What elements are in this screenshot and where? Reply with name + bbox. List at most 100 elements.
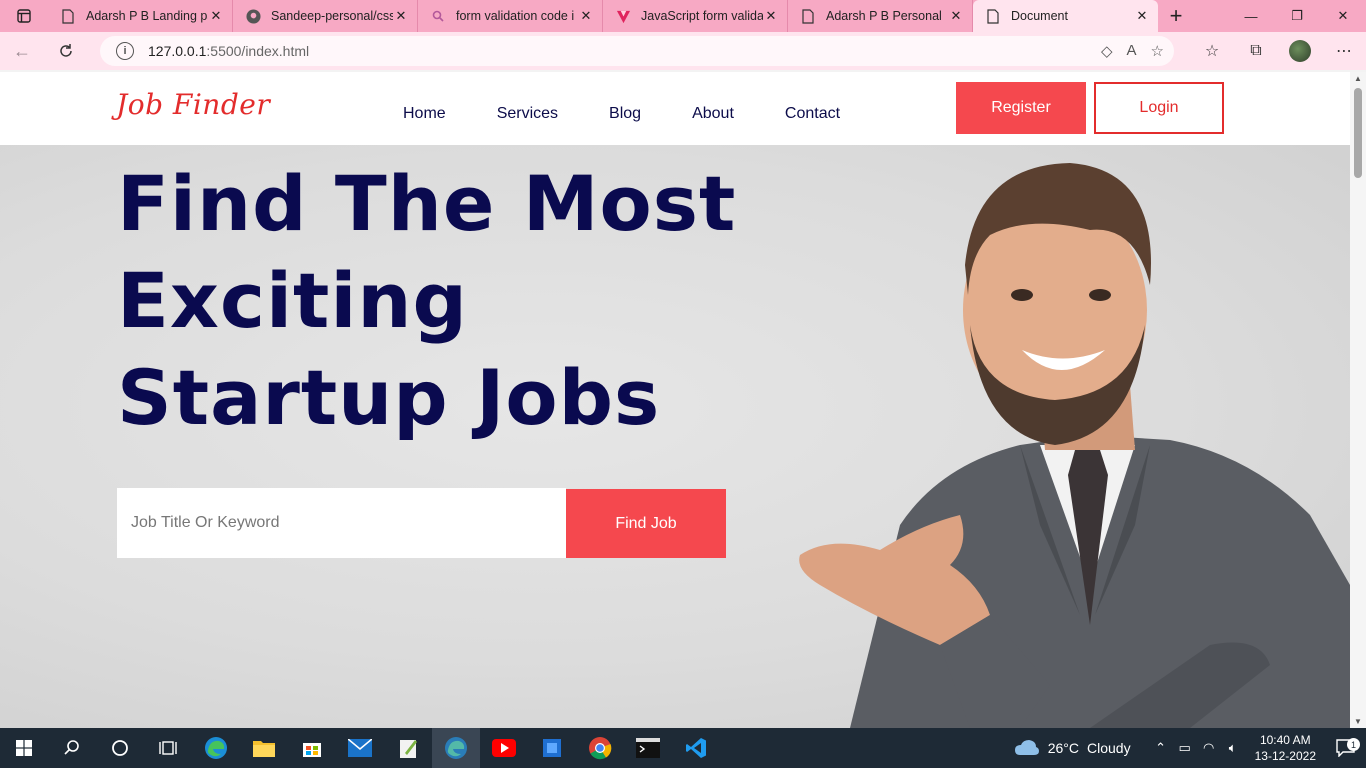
login-button[interactable]: Login: [1094, 82, 1224, 134]
close-icon[interactable]: ✕: [393, 8, 409, 24]
mail-app[interactable]: [336, 728, 384, 768]
close-icon[interactable]: ✕: [208, 8, 224, 24]
tab-title: Document: [1011, 9, 1068, 23]
tab-title: JavaScript form validat: [641, 9, 763, 23]
info-icon[interactable]: i: [116, 42, 134, 60]
close-icon[interactable]: ✕: [948, 8, 964, 24]
site-header: Job Finder Home Services Blog About Cont…: [0, 72, 1350, 145]
minimize-icon: —: [1244, 8, 1258, 24]
find-job-button[interactable]: Find Job: [566, 489, 726, 558]
add-favorite-icon[interactable]: ☆: [1151, 42, 1164, 60]
restore-button[interactable]: ❐: [1274, 0, 1320, 32]
minimize-button[interactable]: —: [1228, 0, 1274, 32]
tab-actions-button[interactable]: [0, 0, 48, 32]
chrome-app[interactable]: [576, 728, 624, 768]
favorites-icon: ☆: [1204, 43, 1220, 60]
back-arrow-icon: ←: [13, 40, 31, 61]
page-viewport: Job Finder Home Services Blog About Cont…: [0, 72, 1350, 728]
blue-app[interactable]: [528, 728, 576, 768]
close-window-button[interactable]: ✕: [1320, 0, 1366, 32]
notification-center-button[interactable]: 1: [1326, 738, 1366, 757]
clock-time: 10:40 AM: [1259, 733, 1311, 747]
tab-title: Adarsh P B Landing pa: [86, 9, 208, 23]
search-button[interactable]: [48, 728, 96, 768]
close-icon[interactable]: ✕: [578, 8, 594, 24]
search-icon: [64, 740, 79, 755]
weather-temp: 26°C: [1047, 740, 1080, 756]
new-tab-button[interactable]: +: [1158, 0, 1194, 32]
store-app[interactable]: [288, 728, 336, 768]
read-aloud-icon[interactable]: A: [1127, 42, 1137, 60]
collections-button[interactable]: ⧉: [1234, 42, 1278, 60]
browser-tab[interactable]: JavaScript form validat ✕: [603, 0, 788, 32]
system-tray: 26°C Cloudy ⌃ ▭ ◠ 🔈︎ 10:40 AM 13-12-2022…: [1014, 728, 1366, 768]
scroll-down-icon[interactable]: ▼: [1350, 717, 1366, 726]
battery-icon[interactable]: ▭: [1173, 740, 1197, 756]
show-hidden-icons-button[interactable]: ⌃: [1149, 740, 1173, 756]
start-button[interactable]: [0, 728, 48, 768]
close-icon: ✕: [1337, 8, 1349, 23]
vscode-app[interactable]: [672, 728, 720, 768]
tab-actions-icon: [17, 9, 31, 23]
mail-icon: [348, 739, 372, 757]
nav-contact[interactable]: Contact: [785, 105, 840, 123]
main-nav: Home Services Blog About Contact: [403, 105, 891, 123]
cortana-icon: [112, 740, 128, 756]
edge-dev-app[interactable]: [432, 728, 480, 768]
store-icon: [303, 743, 321, 757]
terminal-app[interactable]: [624, 728, 672, 768]
wifi-icon[interactable]: ◠: [1197, 740, 1221, 756]
restore-icon: ❐: [1291, 8, 1303, 23]
browser-toolbar: ← i 127.0.0.1:5500/index.html ◇ A ☆ ☆ ⧉ …: [0, 32, 1366, 70]
chrome-icon: [589, 737, 612, 760]
weather-widget[interactable]: 26°C Cloudy: [1014, 739, 1131, 757]
profile-button[interactable]: [1278, 40, 1322, 62]
nav-home[interactable]: Home: [403, 105, 446, 123]
page-icon: [985, 8, 1001, 24]
url-text: 127.0.0.1:5500/index.html: [148, 43, 309, 59]
address-bar[interactable]: i 127.0.0.1:5500/index.html ◇ A ☆: [100, 36, 1174, 66]
settings-menu-button[interactable]: ⋯: [1322, 41, 1366, 61]
task-view-button[interactable]: [144, 728, 192, 768]
app-tile-icon: [543, 739, 561, 757]
scrollbar-thumb[interactable]: [1354, 88, 1362, 178]
browser-tab-strip: Adarsh P B Landing pa ✕ Sandeep-personal…: [0, 0, 1366, 32]
site-logo[interactable]: Job Finder: [116, 88, 270, 121]
windows-taskbar: 26°C Cloudy ⌃ ▭ ◠ 🔈︎ 10:40 AM 13-12-2022…: [0, 728, 1366, 768]
clock-date: 13-12-2022: [1254, 749, 1316, 763]
notepad-app[interactable]: [384, 728, 432, 768]
close-icon[interactable]: ✕: [1134, 8, 1150, 24]
taskbar-clock[interactable]: 10:40 AM 13-12-2022: [1255, 732, 1316, 764]
file-explorer-app[interactable]: [240, 728, 288, 768]
browser-tab[interactable]: form validation code i ✕: [418, 0, 603, 32]
back-button[interactable]: ←: [0, 32, 44, 70]
refresh-icon: [60, 44, 72, 57]
browser-tab[interactable]: Adarsh P B Landing pa ✕: [48, 0, 233, 32]
tab-title: Sandeep-personal/css: [271, 9, 393, 23]
browser-tab[interactable]: Adarsh P B Personal ✕: [788, 0, 973, 32]
browser-tab[interactable]: Sandeep-personal/css ✕: [233, 0, 418, 32]
register-button[interactable]: Register: [956, 82, 1086, 134]
scroll-up-icon[interactable]: ▲: [1350, 74, 1366, 83]
cortana-button[interactable]: [96, 728, 144, 768]
task-view-icon: [159, 741, 177, 755]
collections-icon: ⧉: [1250, 42, 1262, 59]
nav-blog[interactable]: Blog: [609, 105, 641, 123]
page-scrollbar[interactable]: ▲ ▼: [1350, 72, 1366, 728]
browser-tab-active[interactable]: Document ✕: [973, 0, 1158, 32]
favorites-button[interactable]: ☆: [1190, 41, 1234, 61]
nav-services[interactable]: Services: [497, 105, 558, 123]
refresh-button[interactable]: [44, 32, 88, 70]
window-controls: — ❐ ✕: [1228, 0, 1366, 32]
edge-app[interactable]: [192, 728, 240, 768]
close-icon[interactable]: ✕: [763, 8, 779, 24]
job-search-input[interactable]: [117, 488, 566, 558]
tag-icon[interactable]: ◇: [1101, 42, 1113, 60]
address-bar-actions: ◇ A ☆: [1101, 42, 1164, 60]
avatar: [1289, 40, 1311, 62]
weather-text: Cloudy: [1087, 740, 1131, 756]
youtube-app[interactable]: [480, 728, 528, 768]
search-icon: [430, 8, 446, 24]
nav-about[interactable]: About: [692, 105, 734, 123]
volume-icon[interactable]: 🔈︎: [1221, 740, 1245, 756]
